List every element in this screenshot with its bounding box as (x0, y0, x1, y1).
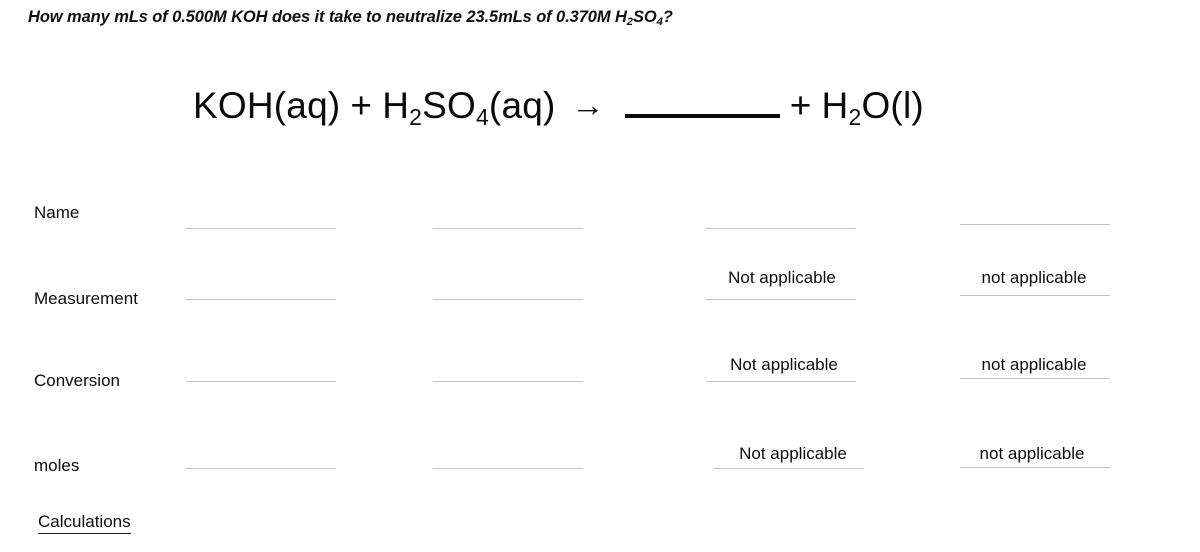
cell-conversion-col3: Not applicable (730, 355, 838, 374)
blank-name-col1[interactable] (186, 228, 336, 229)
cell-moles-col4: not applicable (979, 444, 1085, 463)
worksheet-grid: Name Measurement Not applicable not appl… (0, 0, 1200, 552)
blank-name-col2[interactable] (433, 228, 583, 229)
blank-name-col3[interactable] (706, 228, 856, 229)
blank-conversion-col2[interactable] (433, 381, 583, 382)
calculations-label: Calculations (38, 512, 131, 534)
blank-measurement-col1[interactable] (186, 299, 336, 300)
blank-moles-col3[interactable] (714, 468, 864, 469)
blank-conversion-col1[interactable] (186, 381, 336, 382)
blank-moles-col2[interactable] (433, 468, 583, 469)
blank-measurement-col3[interactable] (706, 299, 856, 300)
row-label-name: Name (34, 203, 80, 222)
blank-measurement-col4[interactable] (960, 295, 1110, 296)
row-label-measurement: Measurement (34, 289, 138, 308)
blank-conversion-col4[interactable] (960, 378, 1110, 379)
cell-moles-col3: Not applicable (739, 444, 847, 463)
cell-measurement-col3: Not applicable (728, 268, 836, 287)
blank-moles-col1[interactable] (186, 468, 336, 469)
blank-name-col4[interactable] (960, 224, 1110, 225)
cell-measurement-col4: not applicable (981, 268, 1087, 287)
blank-moles-col4[interactable] (960, 467, 1110, 468)
cell-conversion-col4: not applicable (981, 355, 1087, 374)
row-label-moles: moles (34, 456, 80, 475)
blank-conversion-col3[interactable] (706, 381, 856, 382)
row-label-conversion: Conversion (34, 371, 120, 390)
blank-measurement-col2[interactable] (433, 299, 583, 300)
